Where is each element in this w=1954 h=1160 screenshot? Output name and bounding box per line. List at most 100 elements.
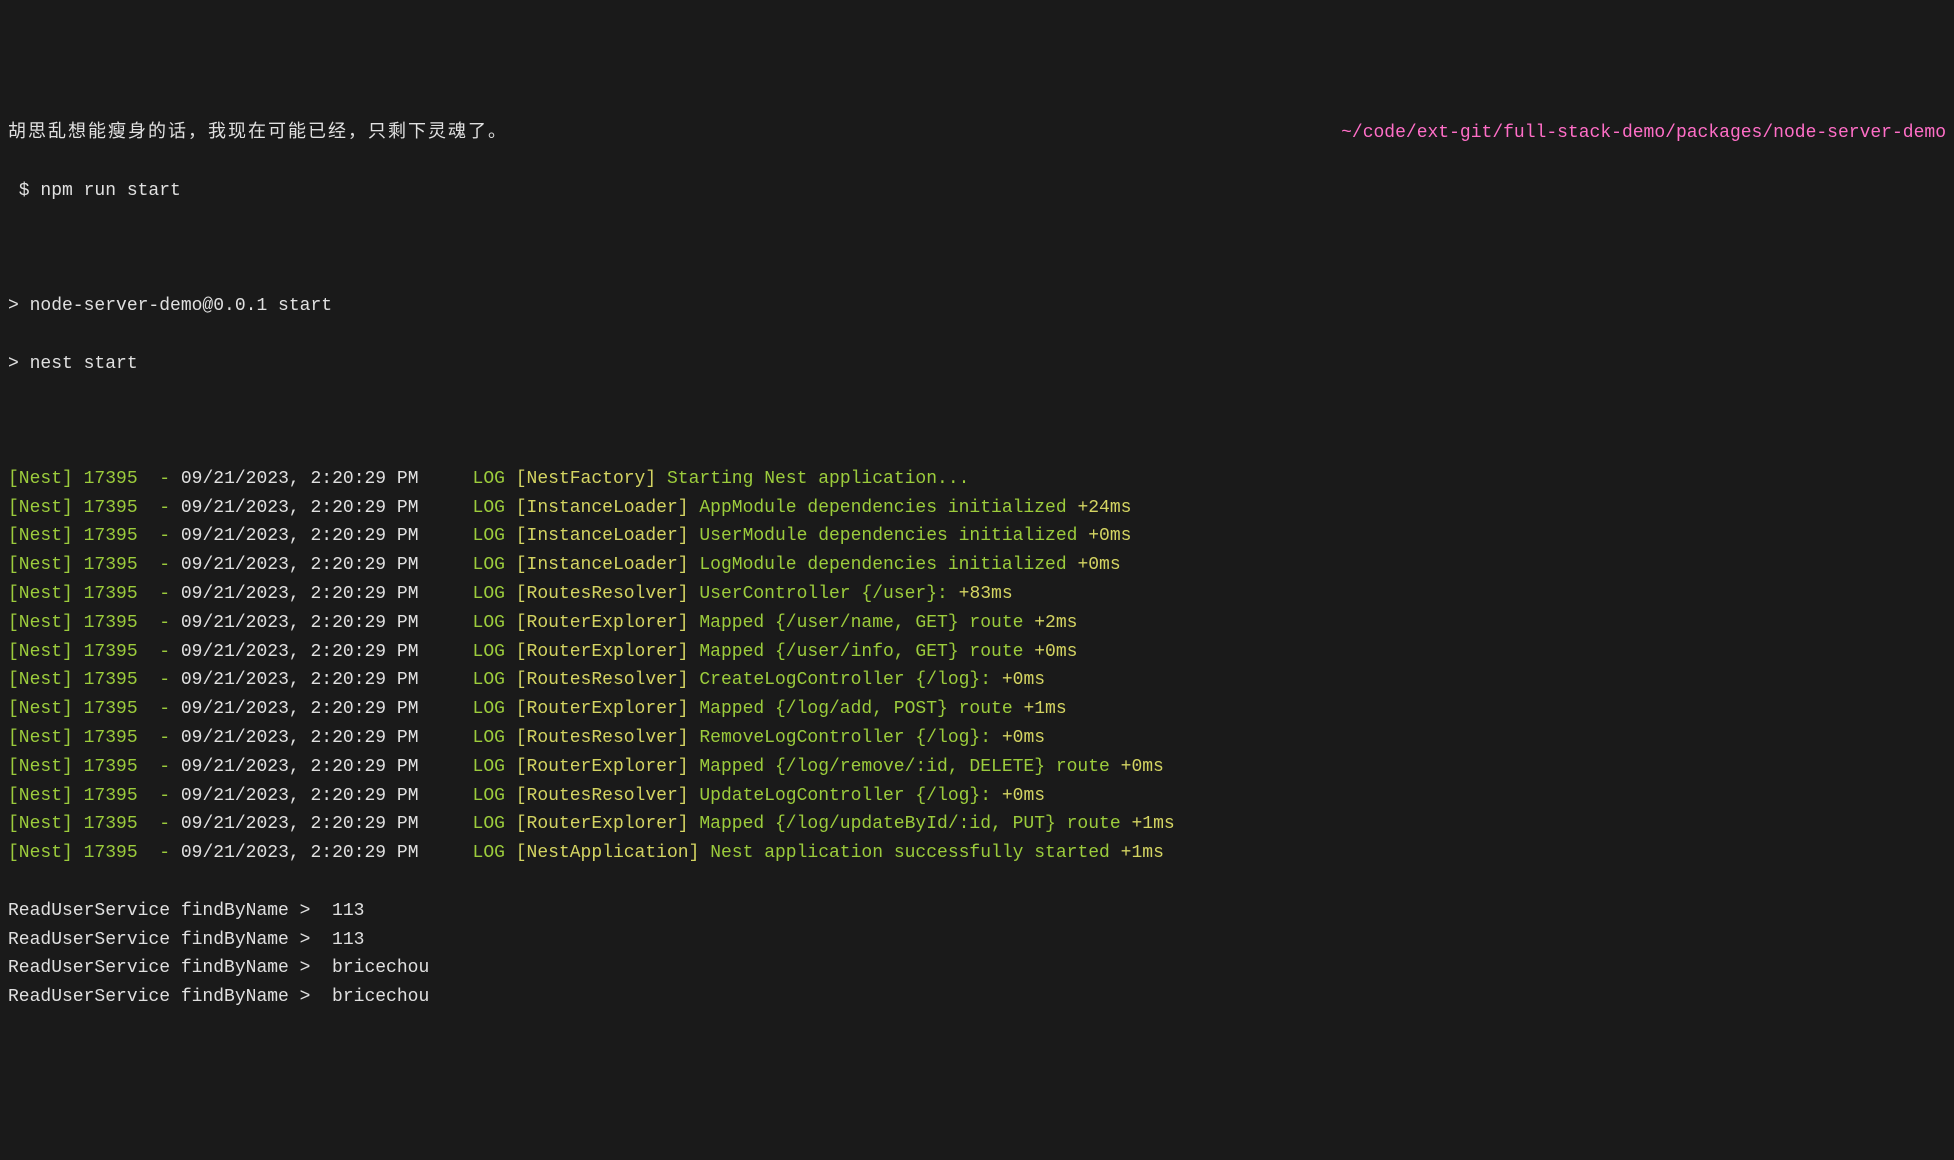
nest-log-line: [Nest] 17395 - 09/21/2023, 2:20:29 PM LO… bbox=[8, 666, 1946, 695]
nest-message: LogModule dependencies initialized bbox=[699, 555, 1066, 575]
nest-log-line: [Nest] 17395 - 09/21/2023, 2:20:29 PM LO… bbox=[8, 465, 1946, 494]
nest-log-line: [Nest] 17395 - 09/21/2023, 2:20:29 PM LO… bbox=[8, 551, 1946, 580]
nest-timestamp: 09/21/2023, 2:20:29 PM bbox=[181, 498, 419, 518]
terminal-header: 胡思乱想能瘦身的话，我现在可能已经，只剩下灵魂了。 ~/code/ext-git/… bbox=[8, 119, 1946, 148]
nest-dash: - bbox=[138, 843, 181, 863]
nest-tag: [Nest] bbox=[8, 555, 73, 575]
shell-command: npm run start bbox=[40, 181, 180, 201]
nest-timing: +0ms bbox=[1121, 757, 1164, 777]
nest-timestamp: 09/21/2023, 2:20:29 PM bbox=[181, 699, 419, 719]
nest-message: RemoveLogController {/log}: bbox=[699, 728, 991, 748]
blank-line bbox=[8, 407, 1946, 436]
nest-message: UpdateLogController {/log}: bbox=[699, 786, 991, 806]
nest-dash: - bbox=[138, 555, 181, 575]
nest-log-level: LOG bbox=[473, 843, 505, 863]
nest-context: [RouterExplorer] bbox=[516, 642, 689, 662]
nest-log-level: LOG bbox=[473, 699, 505, 719]
nest-context: [RouterExplorer] bbox=[516, 699, 689, 719]
nest-tag: [Nest] bbox=[8, 814, 73, 834]
nest-log-line: [Nest] 17395 - 09/21/2023, 2:20:29 PM LO… bbox=[8, 580, 1946, 609]
npm-script-line: > node-server-demo@0.0.1 start bbox=[8, 292, 1946, 321]
nest-pid: 17395 bbox=[84, 526, 138, 546]
nest-pid: 17395 bbox=[84, 728, 138, 748]
nest-context: [RouterExplorer] bbox=[516, 613, 689, 633]
nest-pid: 17395 bbox=[84, 642, 138, 662]
nest-log-line: [Nest] 17395 - 09/21/2023, 2:20:29 PM LO… bbox=[8, 753, 1946, 782]
service-log-output: ReadUserService findByName > 113 ReadUser… bbox=[8, 897, 1946, 1012]
nest-pid: 17395 bbox=[84, 498, 138, 518]
nest-tag: [Nest] bbox=[8, 613, 73, 633]
npm-script-line: > nest start bbox=[8, 350, 1946, 379]
nest-log-level: LOG bbox=[473, 526, 505, 546]
nest-timing: +0ms bbox=[1002, 728, 1045, 748]
prompt-line[interactable]: $ npm run start bbox=[8, 177, 1946, 206]
nest-timing: +24ms bbox=[1077, 498, 1131, 518]
nest-dash: - bbox=[138, 757, 181, 777]
nest-message: Starting Nest application... bbox=[667, 469, 969, 489]
nest-timestamp: 09/21/2023, 2:20:29 PM bbox=[181, 757, 419, 777]
nest-timing: +0ms bbox=[1002, 786, 1045, 806]
nest-log-line: [Nest] 17395 - 09/21/2023, 2:20:29 PM LO… bbox=[8, 609, 1946, 638]
nest-context: [InstanceLoader] bbox=[516, 498, 689, 518]
nest-tag: [Nest] bbox=[8, 757, 73, 777]
nest-log-line: [Nest] 17395 - 09/21/2023, 2:20:29 PM LO… bbox=[8, 695, 1946, 724]
nest-pid: 17395 bbox=[84, 814, 138, 834]
nest-dash: - bbox=[138, 814, 181, 834]
nest-tag: [Nest] bbox=[8, 843, 73, 863]
nest-timing: +1ms bbox=[1023, 699, 1066, 719]
service-log-line: ReadUserService findByName > bricechou bbox=[8, 983, 1946, 1012]
nest-log-level: LOG bbox=[473, 786, 505, 806]
nest-log-line: [Nest] 17395 - 09/21/2023, 2:20:29 PM LO… bbox=[8, 522, 1946, 551]
nest-pid: 17395 bbox=[84, 555, 138, 575]
nest-timestamp: 09/21/2023, 2:20:29 PM bbox=[181, 728, 419, 748]
nest-log-output: [Nest] 17395 - 09/21/2023, 2:20:29 PM LO… bbox=[8, 465, 1946, 868]
nest-pid: 17395 bbox=[84, 670, 138, 690]
header-cwd-path: ~/code/ext-git/full-stack-demo/packages/… bbox=[1341, 119, 1946, 148]
nest-message: Mapped {/user/name, GET} route bbox=[699, 613, 1023, 633]
nest-timing: +0ms bbox=[1034, 642, 1077, 662]
nest-tag: [Nest] bbox=[8, 728, 73, 748]
nest-tag: [Nest] bbox=[8, 699, 73, 719]
nest-log-line: [Nest] 17395 - 09/21/2023, 2:20:29 PM LO… bbox=[8, 494, 1946, 523]
nest-dash: - bbox=[138, 469, 181, 489]
nest-tag: [Nest] bbox=[8, 786, 73, 806]
nest-log-level: LOG bbox=[473, 469, 505, 489]
nest-pid: 17395 bbox=[84, 843, 138, 863]
nest-message: Mapped {/log/remove/:id, DELETE} route bbox=[699, 757, 1109, 777]
nest-timestamp: 09/21/2023, 2:20:29 PM bbox=[181, 670, 419, 690]
nest-dash: - bbox=[138, 728, 181, 748]
nest-timestamp: 09/21/2023, 2:20:29 PM bbox=[181, 642, 419, 662]
nest-pid: 17395 bbox=[84, 613, 138, 633]
nest-message: Mapped {/log/updateById/:id, PUT} route bbox=[699, 814, 1120, 834]
nest-log-level: LOG bbox=[473, 498, 505, 518]
nest-log-line: [Nest] 17395 - 09/21/2023, 2:20:29 PM LO… bbox=[8, 810, 1946, 839]
nest-message: AppModule dependencies initialized bbox=[699, 498, 1066, 518]
nest-pid: 17395 bbox=[84, 469, 138, 489]
nest-dash: - bbox=[138, 584, 181, 604]
nest-tag: [Nest] bbox=[8, 642, 73, 662]
nest-context: [RoutesResolver] bbox=[516, 584, 689, 604]
shell-prompt: $ bbox=[8, 181, 40, 201]
service-log-line: ReadUserService findByName > 113 bbox=[8, 926, 1946, 955]
nest-tag: [Nest] bbox=[8, 526, 73, 546]
nest-timestamp: 09/21/2023, 2:20:29 PM bbox=[181, 555, 419, 575]
nest-message: Mapped {/user/info, GET} route bbox=[699, 642, 1023, 662]
nest-message: Mapped {/log/add, POST} route bbox=[699, 699, 1012, 719]
nest-tag: [Nest] bbox=[8, 584, 73, 604]
nest-log-line: [Nest] 17395 - 09/21/2023, 2:20:29 PM LO… bbox=[8, 724, 1946, 753]
nest-log-level: LOG bbox=[473, 670, 505, 690]
nest-timestamp: 09/21/2023, 2:20:29 PM bbox=[181, 469, 419, 489]
nest-timing: +0ms bbox=[1088, 526, 1131, 546]
nest-timing: +1ms bbox=[1131, 814, 1174, 834]
header-motto: 胡思乱想能瘦身的话，我现在可能已经，只剩下灵魂了。 bbox=[8, 119, 508, 148]
nest-message: UserController {/user}: bbox=[699, 584, 947, 604]
nest-log-level: LOG bbox=[473, 814, 505, 834]
nest-log-level: LOG bbox=[473, 613, 505, 633]
nest-log-line: [Nest] 17395 - 09/21/2023, 2:20:29 PM LO… bbox=[8, 839, 1946, 868]
nest-log-level: LOG bbox=[473, 728, 505, 748]
nest-dash: - bbox=[138, 526, 181, 546]
nest-timestamp: 09/21/2023, 2:20:29 PM bbox=[181, 786, 419, 806]
nest-dash: - bbox=[138, 670, 181, 690]
nest-timestamp: 09/21/2023, 2:20:29 PM bbox=[181, 843, 419, 863]
nest-timing: +2ms bbox=[1034, 613, 1077, 633]
